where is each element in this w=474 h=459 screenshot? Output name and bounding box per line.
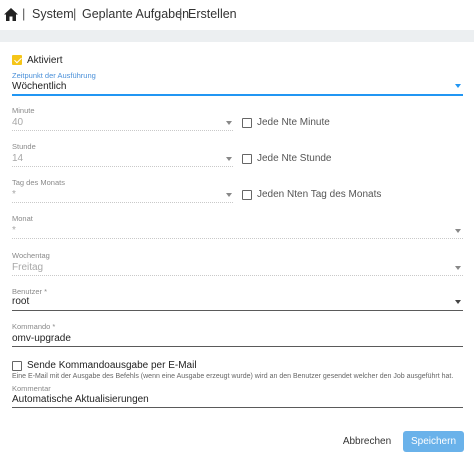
execution-time-select[interactable]: Wöchentlich [12, 81, 66, 92]
breadcrumb-system[interactable]: System [32, 7, 74, 21]
day-of-month-select[interactable]: * [12, 189, 16, 200]
command-input[interactable]: omv-upgrade [12, 333, 71, 344]
comment-label: Kommentar [12, 384, 51, 393]
chevron-down-icon[interactable] [226, 121, 232, 125]
user-select[interactable]: root [12, 296, 29, 307]
send-email-label: Sende Kommandoausgabe per E-Mail [27, 360, 197, 371]
every-nth-minute-label: Jede Nte Minute [257, 117, 330, 128]
minute-label: Minute [12, 106, 35, 115]
minute-select[interactable]: 40 [12, 117, 23, 128]
breadcrumb-create: Erstellen [188, 7, 237, 21]
breadcrumb-separator: | [22, 6, 26, 21]
month-select[interactable]: * [12, 225, 16, 236]
weekday-underline [12, 275, 463, 276]
minute-underline [12, 130, 233, 131]
comment-textarea[interactable]: Automatische Aktualisierungen [12, 394, 149, 405]
chevron-down-icon[interactable] [226, 157, 232, 161]
home-icon[interactable] [4, 8, 18, 21]
weekday-label: Wochentag [12, 251, 50, 260]
send-email-hint: Eine E-Mail mit der Ausgabe des Befehls … [12, 373, 454, 380]
breadcrumb: | System | Geplante Aufgaben | Erstellen [0, 0, 474, 30]
every-nth-hour-checkbox[interactable] [242, 154, 252, 164]
month-underline [12, 238, 463, 239]
day-of-month-underline [12, 202, 233, 203]
hour-select[interactable]: 14 [12, 153, 23, 164]
save-button[interactable]: Speichern [403, 431, 464, 452]
user-underline [12, 310, 463, 311]
toolbar-strip [0, 30, 474, 42]
command-label: Kommando * [12, 322, 56, 331]
chevron-down-icon[interactable] [226, 193, 232, 197]
execution-time-underline [12, 94, 463, 96]
cancel-button[interactable]: Abbrechen [336, 431, 398, 451]
every-nth-day-checkbox[interactable] [242, 190, 252, 200]
chevron-down-icon[interactable] [455, 229, 461, 233]
chevron-down-icon[interactable] [455, 300, 461, 304]
hour-label: Stunde [12, 142, 36, 151]
every-nth-hour-label: Jede Nte Stunde [257, 153, 332, 164]
enabled-label: Aktiviert [27, 55, 63, 66]
user-label: Benutzer * [12, 287, 48, 296]
hour-underline [12, 166, 233, 167]
day-of-month-label: Tag des Monats [12, 178, 65, 187]
chevron-down-icon[interactable] [455, 266, 461, 270]
enabled-checkbox[interactable] [12, 55, 22, 65]
every-nth-day-label: Jeden Nten Tag des Monats [257, 189, 382, 200]
breadcrumb-separator: | [73, 6, 77, 21]
comment-underline [12, 407, 463, 408]
weekday-select[interactable]: Freitag [12, 262, 43, 273]
month-label: Monat [12, 214, 33, 223]
send-email-checkbox[interactable] [12, 361, 22, 371]
chevron-down-icon[interactable] [455, 84, 461, 88]
every-nth-minute-checkbox[interactable] [242, 118, 252, 128]
command-underline [12, 346, 463, 347]
execution-time-label: Zeitpunkt der Ausführung [12, 71, 96, 80]
breadcrumb-separator: | [179, 6, 183, 21]
breadcrumb-scheduled-tasks[interactable]: Geplante Aufgaben [82, 7, 189, 21]
